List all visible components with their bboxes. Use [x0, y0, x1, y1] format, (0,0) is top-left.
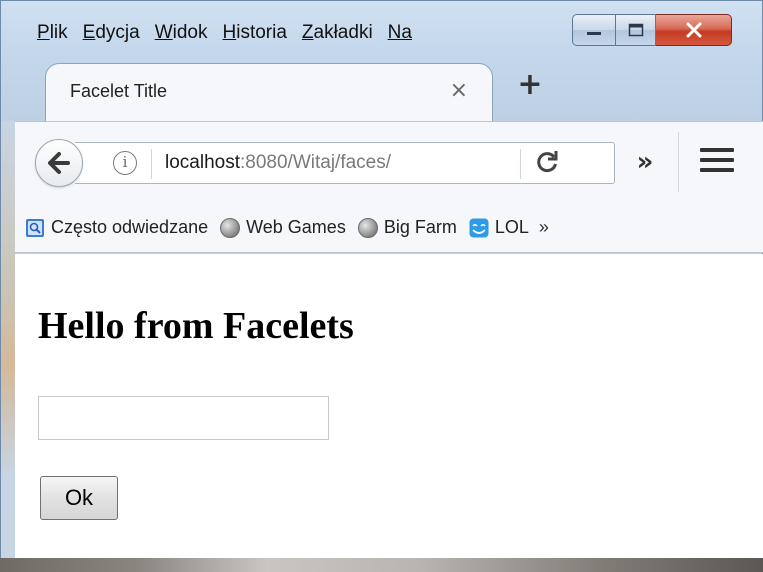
maximize-icon — [628, 23, 643, 37]
window-controls — [572, 14, 732, 46]
hamburger-icon-line — [700, 158, 734, 162]
menu-historia[interactable]: Historia — [216, 21, 295, 45]
close-window-button[interactable] — [656, 14, 732, 46]
maximize-button[interactable] — [616, 14, 656, 46]
tab-title: Facelet Title — [70, 81, 168, 101]
page-heading: Hello from Facelets — [38, 305, 354, 347]
minimize-icon — [587, 32, 601, 35]
bookmark-lol[interactable]: LOL — [469, 217, 529, 238]
text-input[interactable] — [38, 396, 329, 440]
reload-separator — [520, 149, 521, 179]
globe-icon — [220, 217, 241, 238]
bookmark-big-farm[interactable]: Big Farm — [357, 217, 457, 238]
smiley-icon — [469, 218, 489, 237]
url-text[interactable]: localhost:8080/Witaj/faces/ — [165, 152, 391, 174]
url-bar[interactable]: i localhost:8080/Witaj/faces/ — [75, 142, 615, 184]
frequent-icon — [26, 218, 44, 237]
bookmark-label: LOL — [494, 217, 529, 237]
menu-edycja[interactable]: Edycja — [77, 21, 149, 45]
window-frame-decoration — [1, 121, 15, 565]
bookmark-label: Często odwiedzane — [51, 217, 209, 237]
tab-facelet-title[interactable]: Facelet Title × — [45, 63, 493, 121]
close-icon — [686, 22, 701, 38]
bookmarks-bar: Często odwiedzane Web Games Big Farm LOL… — [15, 203, 763, 253]
new-tab-button[interactable]: + — [515, 70, 545, 101]
page-content: Hello from Facelets Ok — [15, 254, 763, 567]
menu-plik[interactable]: Plik — [31, 21, 77, 45]
navigation-toolbar: i localhost:8080/Witaj/faces/ » — [15, 121, 763, 203]
hamburger-icon-line — [700, 168, 734, 172]
ok-button[interactable]: Ok — [40, 476, 118, 520]
browser-window: Plik Edycja Widok Historia Zakładki Na F… — [0, 0, 763, 567]
globe-icon — [357, 217, 378, 238]
toolbar-overflow-button[interactable]: » — [627, 146, 663, 180]
minimize-button[interactable] — [572, 14, 616, 46]
menu-narzedzia[interactable]: Na — [382, 21, 421, 45]
desktop-background — [0, 558, 763, 572]
menu-zakladki[interactable]: Zakładki — [296, 21, 382, 45]
url-separator — [151, 149, 152, 179]
bookmark-czesto-odwiedzane[interactable]: Często odwiedzane — [25, 217, 208, 238]
menu-widok[interactable]: Widok — [149, 21, 217, 45]
bookmark-web-games[interactable]: Web Games — [220, 217, 346, 238]
toolbar-separator — [678, 132, 679, 192]
bookmarks-overflow-button[interactable]: » — [539, 217, 549, 238]
bookmark-label: Big Farm — [383, 217, 457, 237]
tab-close-icon[interactable]: × — [450, 78, 468, 104]
hamburger-menu-button[interactable] — [700, 148, 734, 176]
back-arrow-icon — [48, 152, 70, 174]
reload-button[interactable] — [533, 149, 561, 177]
reload-icon — [537, 151, 558, 173]
back-button[interactable] — [35, 139, 83, 187]
hamburger-icon-line — [700, 148, 734, 152]
bookmark-label: Web Games — [246, 217, 346, 237]
site-info-icon[interactable]: i — [113, 151, 137, 175]
menu-bar: Plik Edycja Widok Historia Zakładki Na — [31, 21, 421, 45]
